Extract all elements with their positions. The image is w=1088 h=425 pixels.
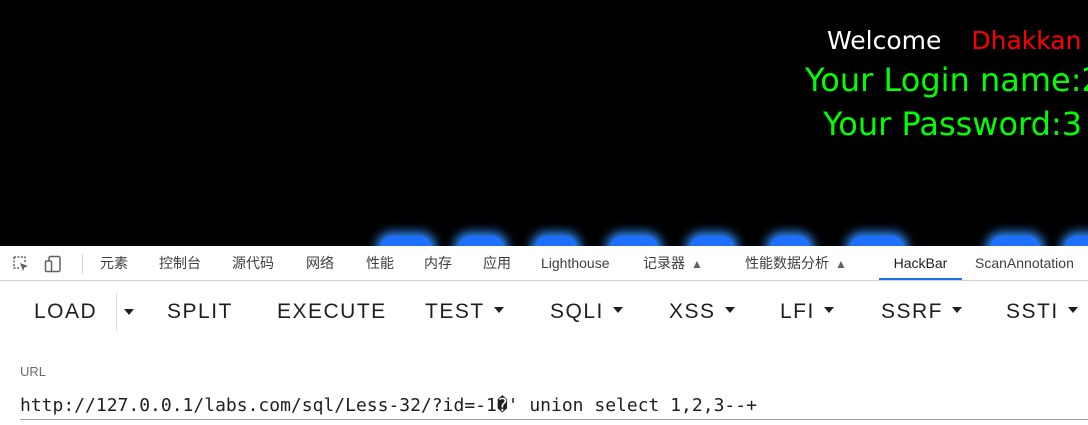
chevron-down-icon — [612, 307, 623, 314]
test-menu-label: TEST — [425, 300, 485, 323]
lfi-menu-label: LFI — [780, 300, 815, 323]
load-split-divider — [116, 293, 117, 331]
flask-icon: ▲ — [835, 257, 847, 271]
test-menu-button[interactable]: TEST — [425, 295, 504, 329]
tab-console[interactable]: 控制台 — [159, 246, 201, 280]
chevron-down-icon — [493, 307, 504, 314]
ssrf-menu-label: SSRF — [881, 300, 944, 323]
tab-recorder-label: 记录器 — [643, 255, 685, 271]
tab-network[interactable]: 网络 — [306, 246, 334, 280]
tab-performance-insights-label: 性能数据分析 — [745, 255, 829, 271]
ssti-menu-button[interactable]: SSTI — [1006, 295, 1078, 329]
tab-elements[interactable]: 元素 — [100, 246, 128, 280]
password-text: Your Password:3 — [823, 105, 1083, 143]
url-input[interactable]: http://127.0.0.1/labs.com/sql/Less-32/?i… — [20, 392, 1088, 420]
lfi-menu-button[interactable]: LFI — [780, 295, 834, 329]
hackbar-toolbar: LOAD SPLIT EXECUTE TEST SQLI XSS LFI SSR… — [0, 281, 1088, 341]
welcome-line: Welcome Dhakkan — [827, 24, 1081, 58]
ssti-menu-label: SSTI — [1006, 300, 1059, 323]
web-page-viewport: Welcome Dhakkan Your Login name:2 Your Pa… — [0, 0, 1088, 246]
welcome-username: Dhakkan — [971, 26, 1082, 55]
devtools-tab-bar: 元素 控制台 源代码 网络 性能 内存 应用 Lighthouse 记录器 ▲ 性… — [0, 246, 1088, 281]
xss-menu-button[interactable]: XSS — [669, 295, 735, 329]
tab-scan-annotation[interactable]: ScanAnnotation — [975, 246, 1074, 280]
chevron-down-icon — [823, 307, 834, 314]
page-logo-image — [360, 228, 1088, 246]
load-button[interactable]: LOAD — [34, 295, 97, 329]
chevron-down-icon — [952, 307, 963, 314]
login-name-text: Your Login name:2 — [805, 61, 1088, 99]
tab-lighthouse[interactable]: Lighthouse — [541, 246, 610, 280]
chevron-down-icon — [1067, 307, 1078, 314]
tab-hackbar[interactable]: HackBar — [879, 246, 962, 280]
inspect-element-icon[interactable] — [12, 255, 30, 273]
flask-icon: ▲ — [691, 257, 703, 271]
tab-sources[interactable]: 源代码 — [232, 246, 274, 280]
toolbar-divider — [82, 254, 83, 274]
sqli-menu-label: SQLI — [550, 300, 604, 323]
tab-application[interactable]: 应用 — [483, 246, 511, 280]
load-dropdown-caret-icon[interactable] — [124, 309, 134, 315]
split-button[interactable]: SPLIT — [167, 295, 233, 329]
execute-button[interactable]: EXECUTE — [277, 295, 387, 329]
tab-recorder[interactable]: 记录器 ▲ — [643, 246, 703, 280]
tab-performance-insights[interactable]: 性能数据分析 ▲ — [745, 246, 847, 280]
xss-menu-label: XSS — [669, 300, 716, 323]
chevron-down-icon — [724, 307, 735, 314]
sqli-menu-button[interactable]: SQLI — [550, 295, 623, 329]
ssrf-menu-button[interactable]: SSRF — [881, 295, 963, 329]
device-toolbar-icon[interactable] — [44, 255, 62, 273]
tab-memory[interactable]: 内存 — [424, 246, 452, 280]
tab-performance[interactable]: 性能 — [366, 246, 394, 280]
welcome-text: Welcome — [827, 26, 942, 55]
url-field-label: URL — [20, 364, 47, 379]
